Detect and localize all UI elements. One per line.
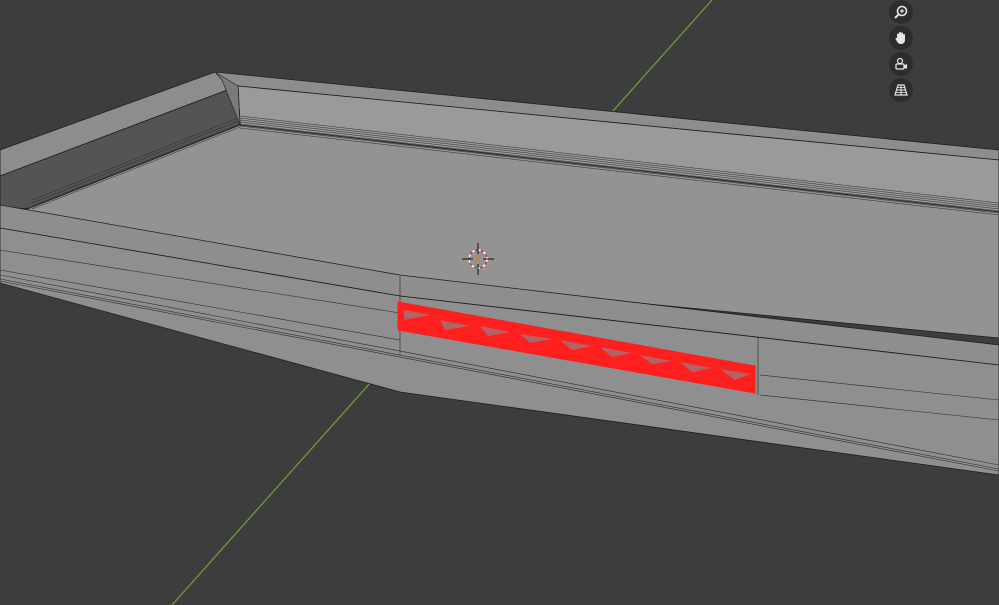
pan-button[interactable] — [889, 26, 913, 50]
zoom-button[interactable] — [889, 0, 913, 24]
viewport-scene[interactable] — [0, 0, 999, 605]
camera-view-icon — [895, 57, 907, 70]
grid-perspective-icon — [894, 84, 908, 96]
camera-view-button[interactable] — [889, 52, 913, 76]
hand-icon — [895, 32, 905, 44]
perspective-toggle-button[interactable] — [889, 78, 913, 102]
3d-viewport[interactable] — [0, 0, 999, 605]
navigation-gizmo — [889, 0, 913, 104]
zoom-icon — [894, 5, 908, 19]
